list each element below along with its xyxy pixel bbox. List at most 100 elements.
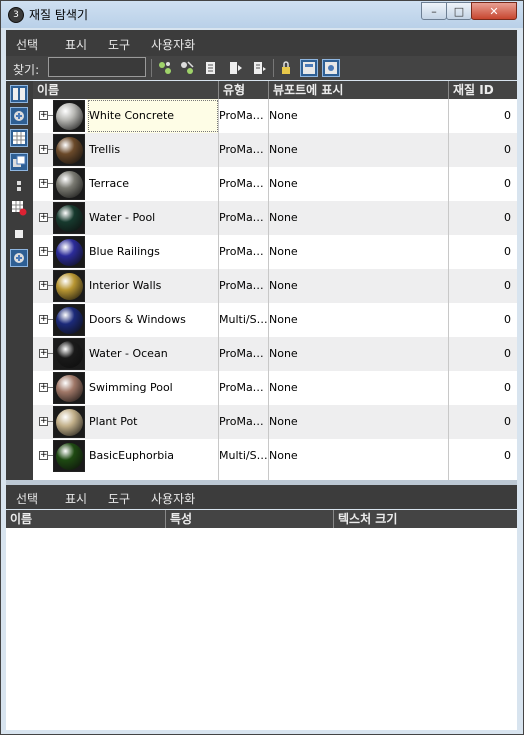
table-row[interactable]: + Terrace ProMa… None 0 <box>33 167 517 201</box>
table-row[interactable]: + White Concrete ProMa… None 0 <box>33 99 517 133</box>
material-sphere-preview <box>56 375 83 402</box>
display-objects-icon[interactable] <box>10 177 28 195</box>
table-row[interactable]: + Trellis ProMa… None 0 <box>33 133 517 167</box>
expand-toggle[interactable]: + <box>39 145 48 154</box>
material-swatch[interactable] <box>53 270 85 302</box>
material-id: 0 <box>504 415 511 428</box>
expand-toggle[interactable]: + <box>39 281 48 290</box>
select-none-icon[interactable] <box>178 59 196 77</box>
material-swatch[interactable] <box>53 100 85 132</box>
bottom-menu-bar: 선택 표시 도구 사용자화 <box>6 485 517 509</box>
table-row[interactable]: + Water - Pool ProMa… None 0 <box>33 201 517 235</box>
find-input[interactable] <box>48 57 146 77</box>
material-type: ProMa… <box>219 109 264 122</box>
material-swatch[interactable] <box>53 202 85 234</box>
material-sphere-preview <box>56 171 83 198</box>
column-divider <box>448 99 449 480</box>
material-swatch[interactable] <box>53 168 85 200</box>
material-type: ProMa… <box>219 177 264 190</box>
table-row[interactable]: + Interior Walls ProMa… None 0 <box>33 269 517 303</box>
material-name: White Concrete <box>87 99 219 133</box>
material-swatch[interactable] <box>53 372 85 404</box>
material-swatch[interactable] <box>53 440 85 472</box>
material-type: ProMa… <box>219 279 264 292</box>
select-children-icon[interactable] <box>250 59 268 77</box>
column-viewport-header[interactable]: 뷰포트에 표시 <box>269 81 449 99</box>
table-row[interactable]: + Blue Railings ProMa… None 0 <box>33 235 517 269</box>
table-row[interactable]: + Swimming Pool ProMa… None 0 <box>33 371 517 405</box>
expand-toggle[interactable]: + <box>39 179 48 188</box>
material-name: BasicEuphorbia <box>89 449 175 462</box>
material-swatch[interactable] <box>53 134 85 166</box>
material-swatch[interactable] <box>53 304 85 336</box>
column-material-id-header[interactable]: 재질 ID <box>449 81 517 99</box>
material-swatch[interactable] <box>53 338 85 370</box>
viewport-display: None <box>269 109 298 122</box>
expand-toggle[interactable]: + <box>39 417 48 426</box>
bottom-menu-display[interactable]: 표시 <box>65 490 87 507</box>
expand-toggle[interactable]: + <box>39 349 48 358</box>
column-name-header[interactable]: 이름 <box>33 81 219 99</box>
viewport-display: None <box>269 279 298 292</box>
material-type: ProMa… <box>219 211 264 224</box>
display-materials-icon[interactable] <box>300 59 318 77</box>
bottom-column-properties-header[interactable]: 특성 <box>166 510 334 528</box>
material-name: Trellis <box>89 143 121 156</box>
select-invert-icon[interactable] <box>202 59 220 77</box>
display-unused-icon[interactable] <box>10 225 28 243</box>
viewport-display: None <box>269 313 298 326</box>
menu-tools[interactable]: 도구 <box>108 36 130 53</box>
find-toolbar: 찾기: <box>6 56 517 80</box>
material-swatch[interactable] <box>53 236 85 268</box>
material-name: Swimming Pool <box>89 381 173 394</box>
display-missing-maps-icon[interactable] <box>10 199 28 217</box>
minimize-button[interactable]: – <box>421 2 447 20</box>
close-button[interactable]: ✕ <box>471 2 517 20</box>
display-maps-icon[interactable] <box>10 129 28 147</box>
material-name: Plant Pot <box>89 415 138 428</box>
expand-toggle[interactable]: + <box>39 451 48 460</box>
viewport-display: None <box>269 381 298 394</box>
table-row[interactable]: + Plant Pot ProMa… None 0 <box>33 405 517 439</box>
material-sphere-preview <box>56 137 83 164</box>
lock-icon[interactable] <box>277 59 295 77</box>
material-type: ProMa… <box>219 381 264 394</box>
bottom-menu-tools[interactable]: 도구 <box>108 490 130 507</box>
menu-select[interactable]: 선택 <box>16 36 38 53</box>
bottom-column-texture-size-header[interactable]: 텍스처 크기 <box>334 510 517 528</box>
material-type: ProMa… <box>219 143 264 156</box>
menu-display[interactable]: 표시 <box>65 36 87 53</box>
expand-toggle[interactable]: + <box>39 247 48 256</box>
app-icon[interactable]: 3 <box>8 7 24 23</box>
table-row[interactable]: + Water - Ocean ProMa… None 0 <box>33 337 517 371</box>
table-row[interactable]: + Doors & Windows Multi/S… None 0 <box>33 303 517 337</box>
material-name: Blue Railings <box>89 245 160 258</box>
display-scene-materials-icon[interactable] <box>10 107 28 125</box>
expand-toggle[interactable]: + <box>39 383 48 392</box>
expand-toggle[interactable]: + <box>39 315 48 324</box>
maximize-button[interactable]: □ <box>446 2 472 20</box>
material-id: 0 <box>504 143 511 156</box>
expand-toggle[interactable]: + <box>39 111 48 120</box>
table-row[interactable]: + BasicEuphorbia Multi/S… None 0 <box>33 439 517 473</box>
display-scene-icon[interactable] <box>10 249 28 267</box>
bottom-menu-customize[interactable]: 사용자화 <box>151 490 195 507</box>
display-thumbnails-icon[interactable] <box>10 85 28 103</box>
title-bar[interactable]: 3 재질 탐색기 – □ ✕ <box>1 1 523 28</box>
select-all-icon[interactable] <box>156 59 174 77</box>
material-name: Terrace <box>89 177 130 190</box>
material-swatch[interactable] <box>53 406 85 438</box>
bottom-menu-select[interactable]: 선택 <box>16 490 38 507</box>
expand-toggle[interactable]: + <box>39 213 48 222</box>
material-sphere-preview <box>56 341 83 368</box>
toolbar-separator <box>273 59 274 77</box>
material-name: Doors & Windows <box>89 313 186 326</box>
bottom-column-name-header[interactable]: 이름 <box>6 510 166 528</box>
menu-customize[interactable]: 사용자화 <box>151 36 195 53</box>
display-maps-icon[interactable] <box>322 59 340 77</box>
material-type: Multi/S… <box>219 449 267 462</box>
display-multi-sub-icon[interactable] <box>10 153 28 171</box>
bottom-table-body <box>6 528 517 730</box>
column-type-header[interactable]: 유형 <box>219 81 269 99</box>
sync-to-selection-icon[interactable] <box>226 59 244 77</box>
